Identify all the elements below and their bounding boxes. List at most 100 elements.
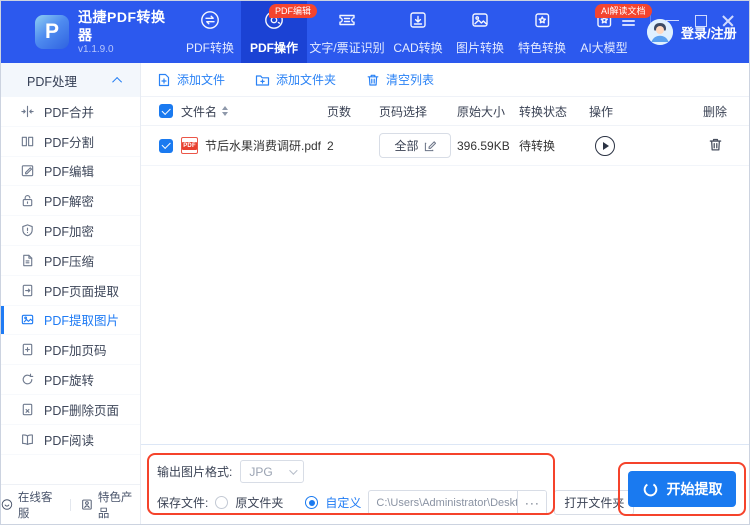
image-icon <box>469 9 491 34</box>
page-extract-icon <box>22 284 33 296</box>
file-size: 396.59KB <box>457 138 510 153</box>
minimize-icon[interactable] <box>666 15 679 26</box>
clear-list-label: 清空列表 <box>386 73 435 87</box>
add-file-label: 添加文件 <box>177 73 226 87</box>
rotate-icon <box>22 373 34 385</box>
start-convert-play-button[interactable] <box>595 135 615 156</box>
row-checkbox[interactable] <box>159 138 173 153</box>
nav-item-label: 文字/票证识别 <box>309 40 385 55</box>
clear-list-button[interactable]: 清空列表 <box>366 71 434 88</box>
output-path-input[interactable]: C:\Users\Administrator\Desktop <box>369 497 517 509</box>
ai-doc-badge[interactable]: AI解读文档 <box>595 4 652 18</box>
nav-special-convert[interactable]: 特色转换 <box>511 1 573 63</box>
start-extract-button[interactable]: 开始提取 <box>628 471 736 507</box>
sidebar-item-label: PDF阅读 <box>44 433 95 448</box>
start-extract-label: 开始提取 <box>666 481 723 497</box>
compress-icon <box>23 254 33 267</box>
sidebar-item-delete-pages[interactable]: PDF删除页面 <box>1 395 140 425</box>
table-row: PDF 节后水果消费调研.pdf 2 全部 396.59KB 待转换 <box>141 126 749 166</box>
page-number-icon <box>22 344 33 356</box>
sidebar-item-split[interactable]: PDF分割 <box>1 127 140 157</box>
col-header-status: 转换状态 <box>519 104 568 119</box>
main-area: 添加文件 添加文件夹 清空列表 文件名 页数 页码选择 原始大小 转换状态 操作… <box>141 63 749 524</box>
app-title-block: 迅捷PDF转换器 v1.1.9.0 <box>78 9 179 55</box>
user-area[interactable]: 登录/注册 <box>647 1 737 63</box>
featured-products-label: 特色产品 <box>97 491 133 520</box>
sidebar-item-page-extract[interactable]: PDF页面提取 <box>1 276 140 306</box>
sidebar-item-edit[interactable]: PDF编辑 <box>1 157 140 187</box>
sidebar-item-rotate[interactable]: PDF旋转 <box>1 365 140 395</box>
sidebar-item-decrypt[interactable]: PDF解密 <box>1 186 140 217</box>
cad-icon <box>407 9 429 34</box>
sidebar-item-merge[interactable]: PDF合并 <box>1 97 140 127</box>
page-select-value: 全部 <box>394 139 419 153</box>
col-header-pages: 页数 <box>327 104 352 119</box>
clear-trash-icon <box>367 74 379 86</box>
custom-folder-radio[interactable] <box>305 496 319 509</box>
browse-folder-button[interactable]: ··· <box>517 491 547 514</box>
sidebar-section-header[interactable]: PDF处理 <box>1 63 140 97</box>
original-folder-radio[interactable] <box>215 496 229 509</box>
nav-ai-model[interactable]: AI解读文档 AI大模型 <box>573 1 652 63</box>
page-select-button[interactable]: 全部 <box>379 133 451 158</box>
header: P 迅捷PDF转换器 v1.1.9.0 PDF转换 PDF编辑 PDF操作 文字… <box>1 1 749 63</box>
sidebar-item-encrypt[interactable]: PDF加密 <box>1 216 140 246</box>
nav-item-label: AI大模型 <box>580 40 628 55</box>
save-location-row: 保存文件: 原文件夹 自定义 C:\Users\Administrator\De… <box>157 490 635 515</box>
split-icon <box>21 136 34 146</box>
chevron-down-icon <box>289 465 299 475</box>
open-folder-button[interactable]: 打开文件夹 <box>554 490 635 515</box>
pdf-edit-badge[interactable]: PDF编辑 <box>269 4 318 18</box>
sidebar-item-label: PDF合并 <box>44 105 95 120</box>
select-all-checkbox[interactable] <box>159 104 173 118</box>
convert-icon <box>199 9 221 34</box>
unlock-icon <box>22 195 33 207</box>
online-support-link[interactable]: 在线客服 <box>1 489 60 521</box>
format-dropdown[interactable]: JPG <box>240 460 305 483</box>
original-folder-label[interactable]: 原文件夹 <box>235 494 283 511</box>
delete-row-button[interactable] <box>708 137 723 152</box>
add-folder-button[interactable]: 添加文件夹 <box>255 71 336 88</box>
edit-select-icon <box>424 140 436 151</box>
product-badge-icon <box>82 499 92 510</box>
nav-pdf-operate[interactable]: PDF编辑 PDF操作 <box>241 1 318 63</box>
col-header-size: 原始大小 <box>457 104 506 119</box>
trash-icon <box>709 138 722 150</box>
nav-ocr[interactable]: 文字/票证识别 <box>307 1 387 63</box>
add-folder-icon <box>255 74 270 86</box>
nav-image-convert[interactable]: 图片转换 <box>449 1 511 63</box>
sidebar-item-label: PDF解密 <box>44 195 95 210</box>
book-icon <box>22 434 33 445</box>
sidebar-item-read[interactable]: PDF阅读 <box>1 425 140 455</box>
sidebar-item-label: PDF删除页面 <box>44 403 120 418</box>
app-title: 迅捷PDF转换器 <box>78 9 166 43</box>
featured-products-link[interactable]: 特色产品 <box>81 489 140 521</box>
app-version: v1.1.9.0 <box>78 44 114 55</box>
nav-pdf-convert[interactable]: PDF转换 <box>179 1 241 63</box>
sort-icon[interactable] <box>222 106 229 116</box>
footer-divider <box>70 498 71 511</box>
maximize-icon[interactable] <box>694 14 707 27</box>
support-chat-icon <box>1 499 13 510</box>
nav-item-label: PDF操作 <box>249 40 298 55</box>
add-file-button[interactable]: 添加文件 <box>157 71 225 88</box>
sidebar-item-page-number[interactable]: PDF加页码 <box>1 335 140 366</box>
col-header-page-select: 页码选择 <box>379 104 428 119</box>
bottom-settings-panel: 输出图片格式: JPG 保存文件: 原文件夹 自定义 C:\Users\Admi… <box>141 444 749 524</box>
status-label: 待转换 <box>519 139 556 153</box>
app-logo-icon: P <box>35 15 69 49</box>
sidebar-item-compress[interactable]: PDF压缩 <box>1 246 140 276</box>
sidebar-item-label: PDF旋转 <box>44 374 95 389</box>
custom-folder-label[interactable]: 自定义 <box>325 494 361 511</box>
star-refresh-icon <box>531 9 553 34</box>
sidebar-item-label: PDF分割 <box>44 135 95 150</box>
sidebar: PDF处理 PDF合并 PDF分割 PDF编辑 PDF解密 PDF加密 PDF压… <box>1 63 141 524</box>
sidebar-item-label: PDF页面提取 <box>44 284 120 299</box>
table-header: 文件名 页数 页码选择 原始大小 转换状态 操作 删除 <box>141 97 749 126</box>
sidebar-item-extract-images[interactable]: PDF提取图片 <box>1 306 140 336</box>
online-support-label: 在线客服 <box>17 491 53 520</box>
close-icon[interactable] <box>722 15 735 26</box>
sidebar-item-label: PDF压缩 <box>44 254 95 269</box>
sidebar-item-label: PDF提取图片 <box>44 314 120 329</box>
nav-cad-convert[interactable]: CAD转换 <box>387 1 449 63</box>
